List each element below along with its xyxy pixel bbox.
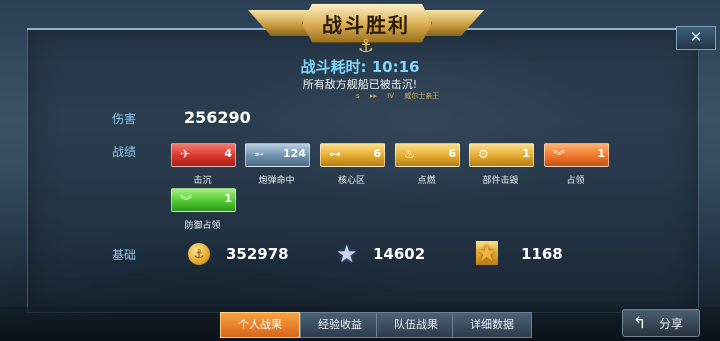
ship-name: 威尔士亲王 [404,92,440,100]
achievement-modules[interactable]: ⚙ 1 [469,143,534,167]
share-button[interactable]: ↰ 分享 [622,309,700,337]
free-xp-star-icon: ★ [476,239,498,267]
achievement-caption: 核心区 [337,176,365,186]
share-arrow-icon: ↰ [633,313,647,332]
achievement-count: 4 [224,147,232,160]
achievement-count: 124 [283,147,306,160]
achievement-count: 1 [522,147,530,160]
achievement-caption: 部件击毁 [482,176,519,186]
achievement-count: 1 [597,147,605,160]
ship-tier: IV [387,92,395,100]
ship-nation: s [356,92,360,100]
share-label: 分享 [659,317,684,331]
achievement-caption: 防御占领 [184,221,221,231]
tab-details[interactable]: 详细数据 [452,312,532,338]
battle-time: 战斗耗时: 10:16 [300,58,420,76]
ship-class-icon: ▸▸ [369,92,377,100]
victory-badge: 战斗胜利 ⚓ [248,0,484,56]
citadel-icon: ⊶ [329,147,341,161]
achievement-defend[interactable]: ︾ 1 [171,188,236,212]
free-xp-value: 1168 [521,245,563,263]
achievement-kills[interactable]: ✈ 4 [171,143,236,167]
chevron-icon: ︾ [180,194,193,208]
fire-icon: ♨ [404,147,415,161]
achievement-citadel[interactable]: ⊶ 6 [320,143,385,167]
credits-value: 352978 [226,245,289,263]
base-label: 基础 [112,248,137,262]
achievement-capture[interactable]: ︾ 1 [544,143,609,167]
module-icon: ⚙ [478,147,489,161]
result-message: 所有敌方舰船已被击沉! [302,78,418,91]
achievement-caption: 炮弹命中 [258,176,295,186]
tab-personal-results[interactable]: 个人战果 [220,312,300,338]
achievement-caption: 击沉 [193,176,212,186]
credits-icon: ⚓ [188,243,210,265]
achievement-count: 6 [448,147,456,160]
xp-star-icon: ★ [336,240,358,268]
achievement-fires[interactable]: ♨ 6 [395,143,460,167]
page-title: 战斗胜利 [322,13,410,37]
achievement-count: 6 [373,147,381,160]
tab-experience[interactable]: 经验收益 [300,312,380,338]
ship-info: s ▸▸ IV 威尔士亲王 [356,91,447,101]
anchor-icon: ⚓ [357,36,375,57]
close-button[interactable]: ✕ [676,26,716,50]
achievement-count: 1 [224,192,232,205]
achievement-caption: 占领 [566,176,585,186]
achievement-caption: 点燃 [417,176,436,186]
xp-value: 14602 [373,245,426,263]
achievement-shell-hits[interactable]: ➵ 124 [245,143,310,167]
damage-value: 256290 [184,108,251,127]
achievements-label: 战绩 [112,145,137,159]
plane-icon: ✈ [180,147,191,161]
chevron-icon: ︾ [553,149,566,163]
tab-team-results[interactable]: 队伍战果 [376,312,456,338]
damage-label: 伤害 [112,112,137,126]
